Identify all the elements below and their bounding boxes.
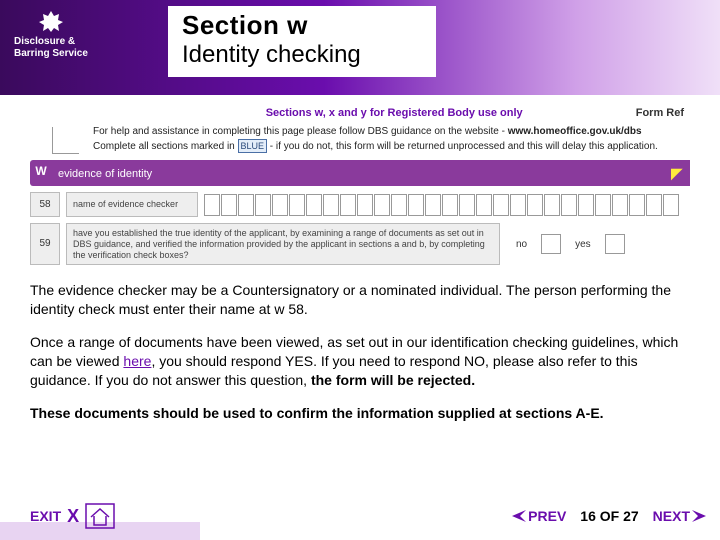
here-link[interactable]: here (123, 353, 151, 369)
section-subtitle: Identity checking (182, 41, 422, 69)
row-58: 58 name of evidence checker (30, 192, 690, 217)
page-indicator: 16 OF 27 (580, 508, 638, 524)
no-label: no (516, 239, 527, 250)
form-scan-region: Sections w, x and y for Registered Body … (30, 103, 690, 265)
instruction-text: For help and assistance in completing th… (93, 125, 658, 153)
row-59: 59 have you established the true identit… (30, 223, 690, 265)
paragraph-2: Once a range of documents have been view… (30, 333, 690, 390)
section-w-bar: W evidence of identity ◤ (30, 160, 690, 186)
row-59-label: have you established the true identity o… (66, 223, 500, 265)
exit-button[interactable]: EXIT X (30, 503, 115, 529)
footer-nav: EXIT X PREV 16 OF 27 NEXT (0, 498, 720, 534)
paragraph-3: These documents should be used to confir… (30, 404, 690, 423)
pointer-icon: ◤ (671, 165, 682, 182)
row-number-58: 58 (30, 192, 60, 217)
crown-crest-icon (38, 10, 64, 32)
w-bar-label: evidence of identity (58, 168, 152, 180)
title-strip: Section w Identity checking (168, 6, 436, 77)
yes-checkbox[interactable] (605, 234, 625, 254)
next-arrow-icon (692, 510, 706, 522)
next-button[interactable]: NEXT (653, 508, 706, 524)
form-ref-label: Form Ref (636, 107, 684, 119)
header-banner: Disclosure & Barring Service Section w I… (0, 0, 720, 95)
w-tab: W (30, 160, 52, 186)
body-text: The evidence checker may be a Countersig… (30, 281, 690, 422)
name-checker-boxes[interactable] (198, 192, 690, 217)
logo-line2: Barring Service (14, 48, 88, 60)
yes-label: yes (575, 239, 591, 250)
paragraph-1: The evidence checker may be a Countersig… (30, 281, 690, 319)
logo-line1: Disclosure & (14, 36, 88, 48)
yes-no-group: no yes (500, 223, 625, 265)
blue-highlight: BLUE (238, 139, 268, 153)
prev-arrow-icon (512, 510, 526, 522)
corner-mark-icon (52, 127, 79, 154)
prev-button[interactable]: PREV (512, 508, 566, 524)
row-number-59: 59 (30, 223, 60, 265)
section-title: Section w (182, 10, 422, 41)
logo: Disclosure & Barring Service (14, 10, 88, 60)
home-icon[interactable] (85, 503, 115, 529)
row-58-label: name of evidence checker (66, 192, 198, 217)
no-checkbox[interactable] (541, 234, 561, 254)
scan-section-label: Sections w, x and y for Registered Body … (266, 107, 523, 119)
